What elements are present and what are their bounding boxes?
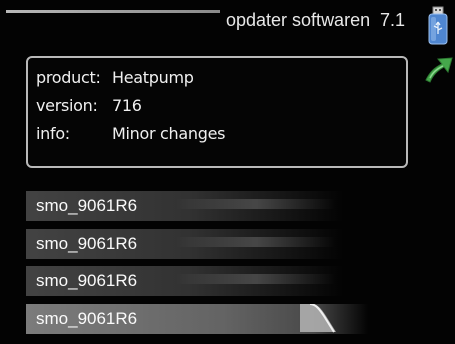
page-title: opdater softwaren	[226, 10, 371, 30]
version-value: 716	[112, 96, 142, 115]
software-file-label: smo_9061R6	[36, 271, 138, 290]
selection-marker	[300, 304, 336, 333]
header-line	[6, 10, 220, 13]
info-row: info: Minor changes	[36, 124, 225, 143]
software-file-item[interactable]: smo_9061R6	[26, 191, 386, 221]
green-arrow-icon[interactable]	[422, 54, 454, 84]
package-info-box: product: Heatpump version: 716 info: Minor …	[26, 56, 408, 168]
product-value: Heatpump	[112, 68, 194, 87]
software-file-item[interactable]: smo_9061R6	[26, 229, 386, 259]
info-value: Minor changes	[112, 124, 226, 143]
software-file-label: smo_9061R6	[36, 309, 138, 328]
product-label: product:	[36, 68, 101, 87]
software-file-item[interactable]: smo_9061R6	[26, 266, 386, 296]
version-label: version:	[36, 96, 98, 115]
update-software-screen: opdater softwaren 7.1 product: Heatpump v…	[0, 0, 455, 344]
item-shine	[176, 237, 336, 247]
menu-number: 7.1	[380, 10, 406, 30]
product-row: product: Heatpump	[36, 68, 194, 87]
item-shine	[176, 199, 336, 209]
info-label: info:	[36, 124, 70, 143]
item-shine	[176, 274, 336, 284]
software-file-label: smo_9061R6	[36, 234, 138, 253]
version-row: version: 716	[36, 96, 142, 115]
software-file-label: smo_9061R6	[36, 196, 138, 215]
usb-stick-icon[interactable]	[426, 6, 450, 46]
